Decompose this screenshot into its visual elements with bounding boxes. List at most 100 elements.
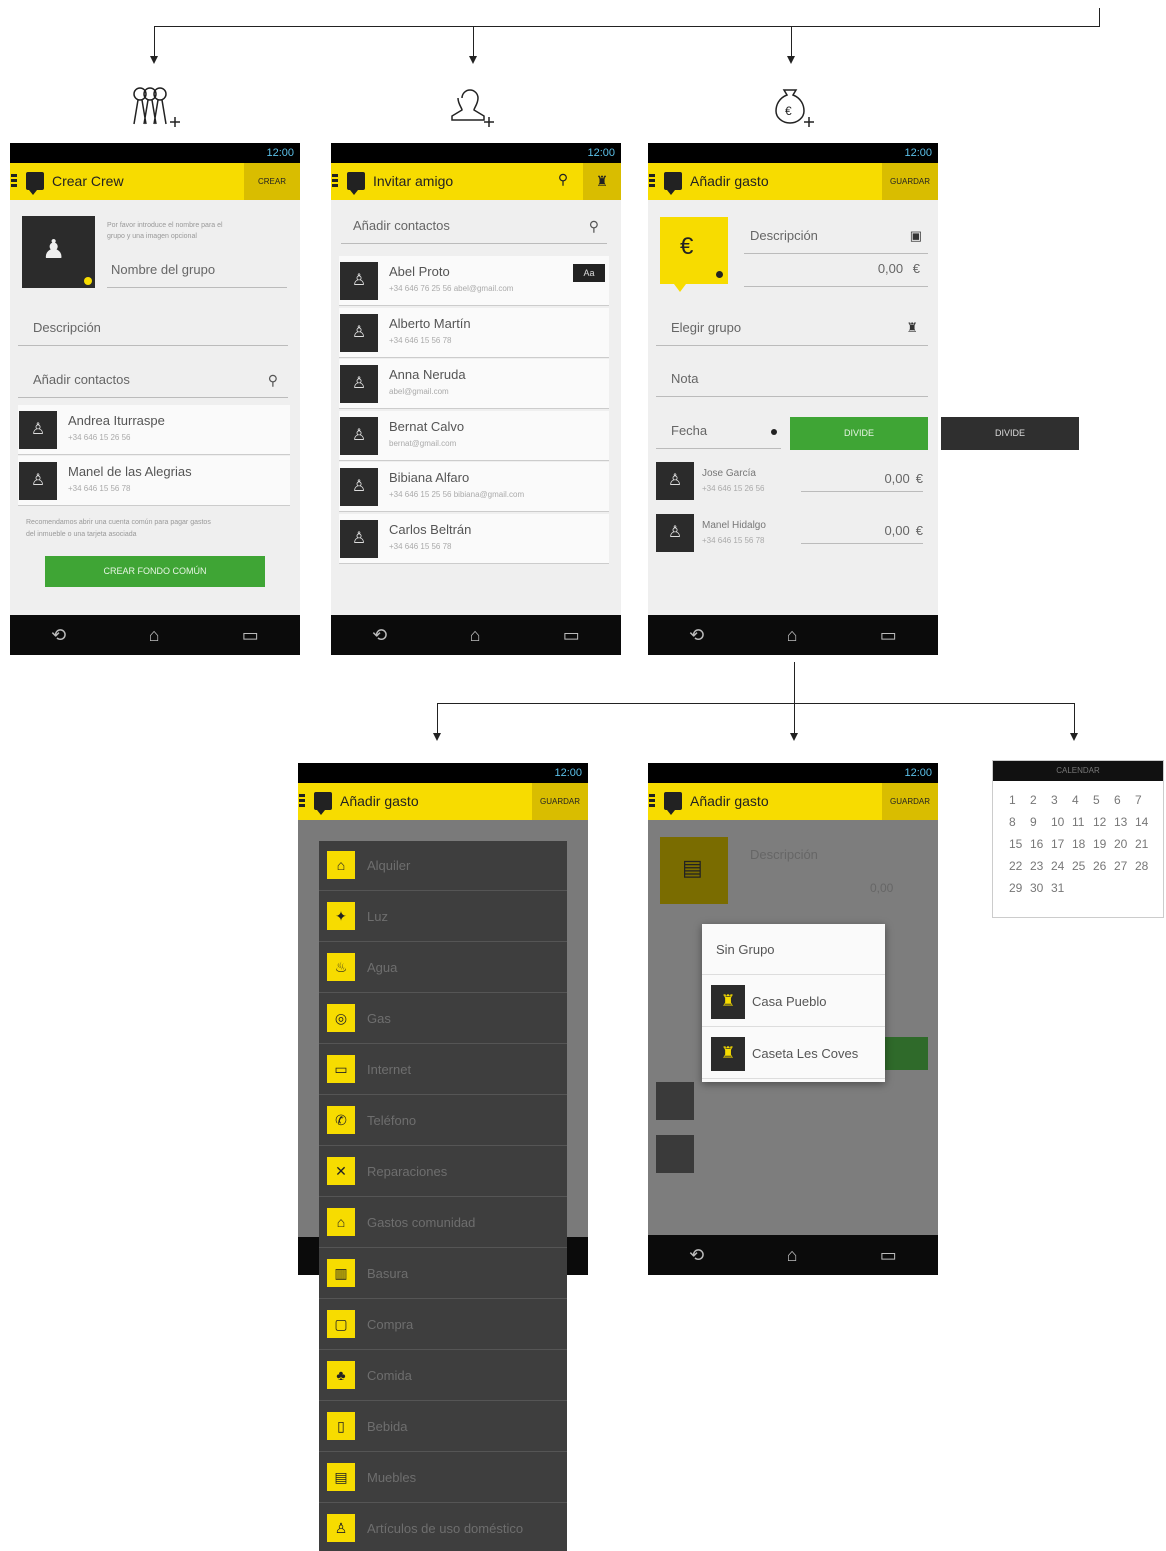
calendar-day[interactable]: 29 <box>1009 881 1030 895</box>
group-icon-button[interactable]: ♜ <box>583 163 621 200</box>
category-item[interactable]: ▭ Internet <box>319 1045 567 1095</box>
calendar-day[interactable]: 21 <box>1135 837 1156 851</box>
person-amount-field[interactable]: 0,00 € <box>801 518 923 544</box>
calendar-day[interactable]: 13 <box>1114 815 1135 829</box>
calendar-day[interactable]: 28 <box>1135 859 1156 873</box>
person-amount-field[interactable]: 0,00 € <box>801 466 923 492</box>
calendar-day[interactable]: 20 <box>1114 837 1135 851</box>
save-button[interactable]: GUARDAR <box>531 783 588 820</box>
menu-icon[interactable] <box>332 174 338 187</box>
category-item[interactable]: ▤ Muebles <box>319 1453 567 1503</box>
group-option[interactable]: Sin Grupo <box>702 924 885 975</box>
back-icon[interactable]: ⟲ <box>51 625 66 646</box>
contact-card[interactable]: ♙ Anna Neruda abel@gmail.com <box>339 359 609 409</box>
group-option[interactable]: ♜ Casa Pueblo <box>702 976 885 1027</box>
home-icon[interactable]: ⌂ <box>149 625 160 646</box>
calendar-day[interactable]: 8 <box>1009 815 1030 829</box>
recents-icon[interactable]: ▭ <box>563 625 580 646</box>
calendar-day[interactable]: 27 <box>1114 859 1135 873</box>
create-shared-fund-button[interactable]: CREAR FONDO COMÚN <box>45 556 265 587</box>
category-item[interactable]: ◎ Gas <box>319 994 567 1044</box>
category-item[interactable]: ✆ Teléfono <box>319 1096 567 1146</box>
calendar-day[interactable]: 31 <box>1051 881 1072 895</box>
category-item[interactable]: ▥ Basura <box>319 1249 567 1299</box>
category-item[interactable]: ♨ Agua <box>319 943 567 993</box>
back-icon[interactable]: ⟲ <box>689 1245 704 1266</box>
back-icon[interactable]: ⟲ <box>689 625 704 646</box>
contact-card[interactable]: ♙ Abel Proto +34 646 76 25 56 abel@gmail.c… <box>339 256 609 306</box>
calendar-day[interactable]: 2 <box>1030 793 1051 807</box>
contact-card[interactable]: ♙ Bernat Calvo bernat@gmail.com <box>339 410 609 461</box>
note-field[interactable]: Nota <box>656 361 928 397</box>
add-contacts-field[interactable]: Añadir contactos ⚲ <box>341 208 607 244</box>
category-item[interactable]: ✦ Luz <box>319 892 567 942</box>
calendar-day[interactable]: 9 <box>1030 815 1051 829</box>
group-name-field[interactable]: Nombre del grupo <box>107 252 287 288</box>
calendar-day[interactable]: 16 <box>1030 837 1051 851</box>
calendar-day[interactable]: 12 <box>1093 815 1114 829</box>
calendar-day[interactable]: 19 <box>1093 837 1114 851</box>
description-field[interactable]: Descripción ▣ <box>744 218 928 254</box>
recents-icon[interactable]: ▭ <box>880 1245 897 1266</box>
divide-button[interactable]: DIVIDE <box>790 417 928 450</box>
date-picker-dot[interactable] <box>771 429 777 435</box>
contact-card[interactable]: ♙ Alberto Martín +34 646 15 56 78 <box>339 307 609 358</box>
add-contact-icon[interactable]: ⚲ <box>589 208 599 244</box>
menu-icon[interactable] <box>649 174 655 187</box>
contact-card[interactable]: ♙ Bibiana Alfaro +34 646 15 25 56 bibiana@… <box>339 462 609 512</box>
save-button[interactable]: GUARDAR <box>881 783 938 820</box>
category-item[interactable]: ♙ Artículos de uso doméstico <box>319 1504 567 1551</box>
create-button[interactable]: CREAR <box>244 163 300 200</box>
alphabet-index-badge[interactable]: Aa <box>573 264 605 282</box>
group-option[interactable]: ♜ Caseta Les Coves <box>702 1028 885 1079</box>
calendar-day[interactable]: 1 <box>1009 793 1030 807</box>
category-item[interactable]: ⌂ Alquiler <box>319 841 567 891</box>
home-icon[interactable]: ⌂ <box>787 625 798 646</box>
calendar-day[interactable]: 23 <box>1030 859 1051 873</box>
choose-group-icon[interactable]: ♜ <box>906 310 918 346</box>
calendar-day[interactable]: 14 <box>1135 815 1156 829</box>
menu-icon[interactable] <box>649 794 655 807</box>
calendar-day[interactable]: 22 <box>1009 859 1030 873</box>
back-icon[interactable]: ⟲ <box>372 625 387 646</box>
group-image-picker[interactable]: ♟ <box>22 216 95 288</box>
category-item[interactable]: ▢ Compra <box>319 1300 567 1350</box>
camera-icon[interactable]: ▣ <box>910 218 922 254</box>
amount-field[interactable]: 0,00 € <box>744 251 928 287</box>
calendar-day[interactable]: 6 <box>1114 793 1135 807</box>
calendar-day[interactable]: 3 <box>1051 793 1072 807</box>
menu-icon[interactable] <box>11 174 17 187</box>
category-item[interactable]: ▯ Bebida <box>319 1402 567 1452</box>
calendar-day[interactable]: 25 <box>1072 859 1093 873</box>
home-icon[interactable]: ⌂ <box>787 1245 798 1266</box>
calendar-day[interactable]: 11 <box>1072 815 1093 829</box>
calendar-day[interactable]: 26 <box>1093 859 1114 873</box>
calendar-day[interactable]: 15 <box>1009 837 1030 851</box>
calendar-day[interactable]: 30 <box>1030 881 1051 895</box>
group-field[interactable]: Elegir grupo ♜ <box>656 310 928 346</box>
category-item[interactable]: ⌂ Gastos comunidad <box>319 1198 567 1248</box>
save-button[interactable]: GUARDAR <box>881 163 938 200</box>
contact-card[interactable]: ♙ Andrea Iturraspe +34 646 15 26 56 <box>18 405 290 455</box>
calendar-day[interactable]: 10 <box>1051 815 1072 829</box>
add-contacts-field[interactable]: Añadir contactos ⚲ <box>18 362 288 398</box>
date-field[interactable]: Fecha <box>656 413 781 449</box>
calendar-day[interactable]: 24 <box>1051 859 1072 873</box>
recents-icon[interactable]: ▭ <box>880 625 897 646</box>
category-item[interactable]: ♣ Comida <box>319 1351 567 1401</box>
invite-user-icon[interactable]: ⚲ <box>553 171 573 191</box>
calendar-day[interactable]: 4 <box>1072 793 1093 807</box>
menu-icon[interactable] <box>299 794 305 807</box>
calendar-day[interactable]: 17 <box>1051 837 1072 851</box>
add-contact-icon[interactable]: ⚲ <box>268 362 278 398</box>
category-picker[interactable]: € <box>660 217 728 292</box>
recents-icon[interactable]: ▭ <box>242 625 259 646</box>
description-field[interactable]: Descripción <box>18 310 288 346</box>
calendar-day[interactable]: 7 <box>1135 793 1156 807</box>
calendar-day[interactable]: 18 <box>1072 837 1093 851</box>
calendar-day[interactable]: 5 <box>1093 793 1114 807</box>
category-item[interactable]: ✕ Reparaciones <box>319 1147 567 1197</box>
contact-card[interactable]: ♙ Carlos Beltrán +34 646 15 56 78 <box>339 513 609 564</box>
home-icon[interactable]: ⌂ <box>470 625 481 646</box>
contact-card[interactable]: ♙ Manel de las Alegrias +34 646 15 56 78 <box>18 456 290 506</box>
